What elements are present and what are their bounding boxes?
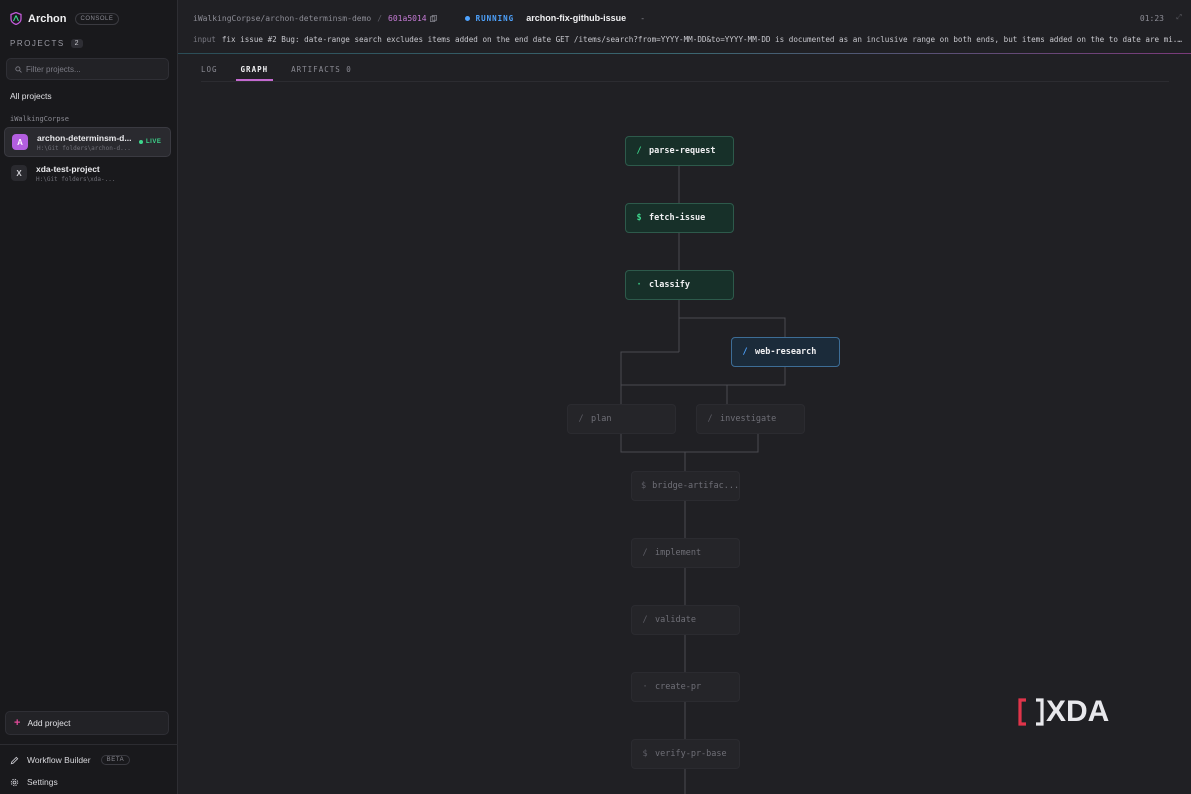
run-input: input fix issue #2 Bug: date-range search… xyxy=(193,35,1183,44)
add-project-button[interactable]: + Add project xyxy=(5,711,169,735)
commit-sha[interactable]: 601a5014 xyxy=(388,14,427,23)
filter-projects-input[interactable] xyxy=(26,64,166,74)
all-projects-link[interactable]: All projects xyxy=(10,91,52,101)
node-label: validate xyxy=(655,615,696,625)
project-group-label: iWalkingCorpse xyxy=(10,115,70,123)
gear-icon xyxy=(10,778,19,786)
add-project-label: Add project xyxy=(27,718,71,728)
node-label: bridge-artifac... xyxy=(652,481,740,491)
search-icon xyxy=(15,65,22,73)
avatar: X xyxy=(11,165,27,181)
input-value: fix issue #2 Bug: date-range search excl… xyxy=(221,35,1183,44)
node-label: create-pr xyxy=(655,682,702,692)
main-panel: iWalkingCorpse/archon-determinsm-demo / … xyxy=(178,0,1191,794)
brand[interactable]: Archon CONSOLE xyxy=(10,12,120,25)
tab-graph[interactable]: GRAPH xyxy=(235,60,274,81)
node-icon: · xyxy=(636,280,642,290)
tabs-divider xyxy=(201,81,1169,82)
filter-projects-box[interactable] xyxy=(6,58,169,80)
graph-node-implement[interactable]: / implement xyxy=(631,538,740,568)
xda-bracket-icon xyxy=(1018,698,1044,726)
graph-node-validate[interactable]: / validate xyxy=(631,605,740,635)
run-timer: 01:23 xyxy=(1139,14,1164,23)
brand-name: Archon xyxy=(28,12,67,25)
project-item-xda-test-project[interactable]: X xda-test-project H:\Git folders\xda-..… xyxy=(4,158,171,188)
node-label: verify-pr-base xyxy=(655,749,727,759)
node-icon: / xyxy=(636,146,642,156)
repo-breadcrumb[interactable]: iWalkingCorpse/archon-determinsm-demo xyxy=(193,14,371,23)
pencil-icon xyxy=(10,756,19,764)
project-path: H:\Git folders\archon-d... xyxy=(37,144,131,152)
graph-node-plan[interactable]: / plan xyxy=(567,404,676,434)
projects-heading: PROJECTS 2 xyxy=(10,39,83,48)
node-label: fetch-issue xyxy=(649,213,706,223)
settings-label: Settings xyxy=(27,777,58,787)
settings-link[interactable]: Settings xyxy=(10,777,58,787)
graph-node-classify[interactable]: · classify xyxy=(625,270,734,300)
graph-node-investigate[interactable]: / investigate xyxy=(696,404,805,434)
avatar: A xyxy=(12,134,28,150)
app-window: Archon CONSOLE PROJECTS 2 All projects i… xyxy=(0,0,1191,794)
node-label: investigate xyxy=(720,414,777,424)
graph-node-web-research[interactable]: / web-research xyxy=(731,337,840,367)
run-header: iWalkingCorpse/archon-determinsm-demo / … xyxy=(193,13,645,23)
project-path: H:\Git folders\xda-... xyxy=(36,175,116,183)
breadcrumb-separator: / xyxy=(377,13,383,23)
view-tabs: LOG GRAPH ARTIFACTS 0 xyxy=(201,60,352,81)
input-key: input xyxy=(193,35,216,44)
workflow-name: archon-fix-github-issue xyxy=(526,13,627,23)
node-icon: $ xyxy=(641,481,647,491)
graph-node-create-pr[interactable]: · create-pr xyxy=(631,672,740,702)
header-divider xyxy=(178,53,1191,54)
project-item-text: xda-test-project H:\Git folders\xda-... xyxy=(36,164,132,183)
expand-icon[interactable]: ⤢ xyxy=(1176,14,1182,22)
archon-logo-icon xyxy=(10,12,22,25)
workflow-dash: - xyxy=(640,13,646,23)
live-badge: LIVE xyxy=(139,139,161,145)
node-label: plan xyxy=(591,414,612,424)
xda-watermark-text: XDA xyxy=(1046,695,1110,728)
sidebar: Archon CONSOLE PROJECTS 2 All projects i… xyxy=(0,0,178,794)
sidebar-divider xyxy=(0,744,178,745)
live-dot-icon xyxy=(139,140,143,144)
project-item-archon-determinsm[interactable]: A archon-determinsm-d... H:\Git folders\… xyxy=(4,127,171,157)
node-icon: $ xyxy=(636,213,642,223)
graph-node-parse-request[interactable]: / parse-request xyxy=(625,136,734,166)
node-icon: / xyxy=(642,615,648,625)
node-label: web-research xyxy=(755,347,817,357)
project-item-text: archon-determinsm-d... H:\Git folders\ar… xyxy=(37,133,133,152)
graph-node-verify-pr-base[interactable]: $ verify-pr-base xyxy=(631,739,740,769)
plus-icon: + xyxy=(14,717,21,729)
node-icon: / xyxy=(578,414,584,424)
graph-node-fetch-issue[interactable]: $ fetch-issue xyxy=(625,203,734,233)
workflow-builder-label: Workflow Builder xyxy=(27,755,91,765)
live-badge-label: LIVE xyxy=(146,139,162,145)
project-name: xda-test-project xyxy=(36,163,100,174)
projects-count-badge: 2 xyxy=(70,39,83,48)
graph-node-bridge-artifacts[interactable]: $ bridge-artifac... xyxy=(631,471,740,501)
xda-watermark: XDA xyxy=(1018,695,1109,729)
node-label: implement xyxy=(655,548,702,558)
status-label: RUNNING xyxy=(475,13,515,23)
project-name: archon-determinsm-d... xyxy=(37,132,132,143)
node-label: parse-request xyxy=(649,146,716,156)
run-status: RUNNING xyxy=(464,13,515,23)
projects-label: PROJECTS xyxy=(10,39,65,48)
console-badge: CONSOLE xyxy=(74,12,120,25)
copy-icon[interactable] xyxy=(429,14,437,22)
beta-badge: BETA xyxy=(100,755,131,765)
node-label: classify xyxy=(649,280,690,290)
workflow-builder-link[interactable]: Workflow Builder BETA xyxy=(10,755,131,765)
node-icon: $ xyxy=(642,749,648,759)
node-icon: / xyxy=(642,548,648,558)
node-icon: / xyxy=(742,347,748,357)
tab-artifacts[interactable]: ARTIFACTS 0 xyxy=(291,60,352,81)
tab-log[interactable]: LOG xyxy=(201,60,218,81)
status-dot-icon xyxy=(464,15,470,21)
node-icon: · xyxy=(642,682,648,692)
node-icon: / xyxy=(707,414,713,424)
